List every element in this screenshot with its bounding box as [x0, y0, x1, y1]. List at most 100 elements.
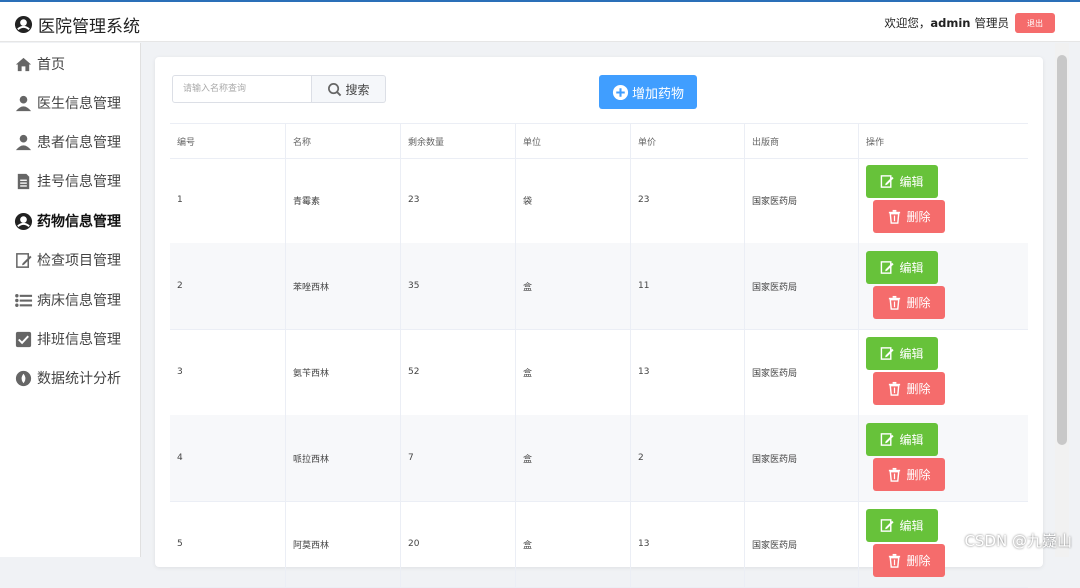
- add-medicine-label: 增加药物: [631, 86, 684, 102]
- search-button[interactable]: 搜索: [312, 75, 386, 103]
- table-row: 4 哌拉西林 7 盒 2 国家医药局 编辑 删除: [170, 415, 1028, 502]
- add-circle-icon: [612, 84, 629, 100]
- table-header: 编号 名称 剩余数量 单位 单价 出版商 操作: [170, 123, 1028, 159]
- delete-button[interactable]: 删除: [873, 200, 945, 233]
- cell-actions: 编辑 删除: [858, 157, 1028, 243]
- sidebar-item-label: 医生信息管理: [37, 96, 121, 112]
- edit-icon: [16, 252, 32, 268]
- edit-button[interactable]: 编辑: [866, 337, 938, 370]
- sidebar-item-label: 数据统计分析: [37, 371, 121, 387]
- top-bar: 医院管理系统 欢迎您， admin 管理员 退出: [0, 0, 1080, 42]
- delete-button[interactable]: 删除: [873, 372, 945, 405]
- cell-quantity: 35: [400, 243, 515, 329]
- column-header: 操作: [858, 124, 1028, 158]
- sidebar: 首页 医生信息管理 患者信息管理 挂号信息管理 药物信息管理 检查项目管理 病床…: [0, 43, 141, 557]
- logo-icon: [14, 15, 33, 34]
- sidebar-item-label: 排班信息管理: [37, 332, 121, 348]
- edit-label: 编辑: [899, 433, 924, 447]
- sidebar-item-home[interactable]: 首页: [14, 52, 65, 76]
- delete-label: 删除: [906, 554, 931, 568]
- cell-unit: 袋: [515, 157, 630, 243]
- edit-icon: [881, 175, 895, 188]
- cell-unit: 盒: [515, 501, 630, 587]
- column-header: 单价: [630, 124, 744, 158]
- cell-publisher: 国家医药局: [744, 157, 858, 243]
- cell-price: 13: [630, 501, 744, 587]
- watermark: CSDN @九嶷山: [964, 532, 1072, 550]
- sidebar-item-label: 病床信息管理: [37, 293, 121, 309]
- add-medicine-button[interactable]: 增加药物: [599, 75, 697, 109]
- user-info: 欢迎您， admin 管理员 退出: [884, 13, 1055, 33]
- sidebar-item-label: 检查项目管理: [37, 253, 121, 269]
- sidebar-item-schedule[interactable]: 排班信息管理: [14, 327, 121, 351]
- table-row: 1 青霉素 23 袋 23 国家医药局 编辑 删除: [170, 157, 1028, 244]
- sidebar-item-label: 患者信息管理: [37, 135, 121, 151]
- sidebar-item-beds[interactable]: 病床信息管理: [14, 288, 121, 312]
- search-icon: [328, 82, 342, 96]
- delete-label: 删除: [906, 210, 931, 224]
- cell-actions: 编辑 删除: [858, 243, 1028, 329]
- cell-name: 哌拉西林: [285, 415, 400, 501]
- delete-button[interactable]: 删除: [873, 286, 945, 319]
- delete-button[interactable]: 删除: [873, 458, 945, 491]
- sidebar-item-doctors[interactable]: 医生信息管理: [14, 91, 121, 115]
- trash-icon: [889, 209, 901, 224]
- sidebar-item-patients[interactable]: 患者信息管理: [14, 130, 121, 154]
- delete-label: 删除: [906, 296, 931, 310]
- vertical-scrollbar[interactable]: [1055, 43, 1069, 557]
- search-input[interactable]: [172, 75, 312, 103]
- cell-price: 13: [630, 329, 744, 415]
- trash-icon: [889, 467, 901, 482]
- edit-button[interactable]: 编辑: [866, 165, 938, 198]
- edit-label: 编辑: [899, 519, 924, 533]
- cell-name: 阿莫西林: [285, 501, 400, 587]
- edit-icon: [881, 433, 895, 446]
- cell-price: 11: [630, 243, 744, 329]
- sidebar-item-registration[interactable]: 挂号信息管理: [14, 169, 121, 193]
- sidebar-item-exams[interactable]: 检查项目管理: [14, 248, 121, 272]
- column-header: 剩余数量: [400, 124, 515, 158]
- cell-price: 2: [630, 415, 744, 501]
- edit-button[interactable]: 编辑: [866, 509, 938, 542]
- sidebar-item-label: 首页: [37, 57, 65, 73]
- sidebar-item-label: 挂号信息管理: [37, 174, 121, 190]
- cell-publisher: 国家医药局: [744, 415, 858, 501]
- username: admin: [930, 16, 971, 30]
- edit-button[interactable]: 编辑: [866, 251, 938, 284]
- cell-unit: 盒: [515, 415, 630, 501]
- delete-label: 删除: [906, 468, 931, 482]
- trash-icon: [889, 381, 901, 396]
- trash-icon: [889, 295, 901, 310]
- checkbox-icon: [15, 331, 32, 347]
- cell-quantity: 52: [400, 329, 515, 415]
- edit-label: 编辑: [899, 175, 924, 189]
- app-title: 医院管理系统: [38, 17, 140, 37]
- document-icon: [17, 173, 30, 189]
- column-header: 单位: [515, 124, 630, 158]
- edit-button[interactable]: 编辑: [866, 423, 938, 456]
- main-panel: 搜索 增加药物 编号 名称 剩余数量 单位 单价 出版商 操作 1 青霉素 23…: [155, 57, 1043, 588]
- sidebar-item-label: 药物信息管理: [37, 214, 121, 230]
- cell-quantity: 7: [400, 415, 515, 501]
- search-button-label: 搜索: [345, 82, 370, 97]
- sidebar-item-medicine[interactable]: 药物信息管理: [14, 209, 121, 233]
- cell-actions: 编辑 删除: [858, 415, 1028, 501]
- list-icon: [15, 293, 33, 307]
- edit-label: 编辑: [899, 347, 924, 361]
- logout-button[interactable]: 退出: [1015, 13, 1055, 33]
- cell-publisher: 国家医药局: [744, 329, 858, 415]
- cell-unit: 盒: [515, 243, 630, 329]
- cell-id: 2: [177, 281, 183, 291]
- table-row: 3 氨苄西林 52 盒 13 国家医药局 编辑 删除: [170, 329, 1028, 416]
- user-role: 管理员: [974, 16, 1010, 30]
- welcome-text: 欢迎您，: [884, 16, 931, 30]
- table-row: 5 阿莫西林 20 盒 13 国家医药局 编辑 删除: [170, 501, 1028, 588]
- sidebar-item-statistics[interactable]: 数据统计分析: [14, 366, 121, 390]
- delete-button[interactable]: 删除: [873, 544, 945, 577]
- home-icon: [15, 57, 32, 71]
- cell-publisher: 国家医药局: [744, 243, 858, 329]
- user-icon: [15, 95, 32, 111]
- scrollbar-thumb[interactable]: [1057, 55, 1067, 445]
- user-icon: [15, 134, 32, 150]
- cell-id: 3: [177, 367, 183, 377]
